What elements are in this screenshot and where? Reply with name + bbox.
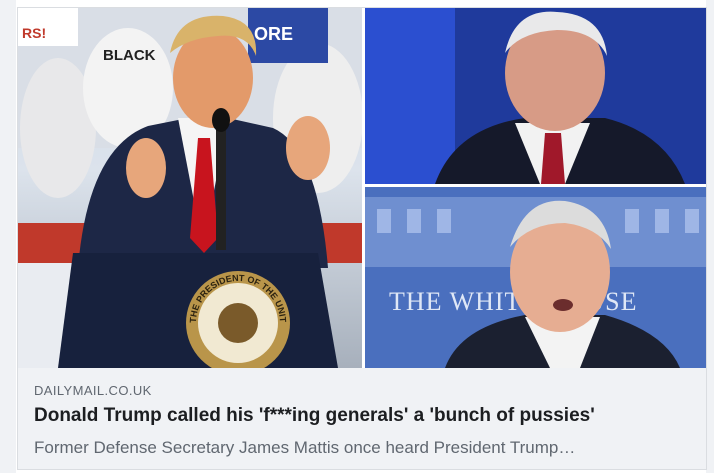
- preview-image-collage[interactable]: ORE RS! BLACK THE PRESIDENT OF THE UNIT …: [18, 8, 706, 368]
- link-preview-caption[interactable]: DAILYMAIL.CO.UK Donald Trump called his …: [18, 368, 706, 469]
- photo-official-whitehouse: THE WHITE HOUSE: [365, 187, 706, 368]
- link-headline[interactable]: Donald Trump called his 'f***ing general…: [34, 405, 595, 427]
- crowd-sign-red-text: RS!: [22, 25, 46, 41]
- crowd-sign-black-text: BLACK: [103, 47, 156, 64]
- feed-gutter-left: [0, 0, 16, 473]
- link-preview-card[interactable]: ORE RS! BLACK THE PRESIDENT OF THE UNIT …: [17, 7, 707, 470]
- link-domain: DAILYMAIL.CO.UK: [34, 383, 152, 398]
- photo-general-portrait: [365, 8, 706, 184]
- general-portrait-illustration: [365, 8, 706, 184]
- photo-podium-speaker: ORE RS! BLACK THE PRESIDENT OF THE UNIT: [18, 8, 362, 368]
- link-description: Former Defense Secretary James Mattis on…: [34, 438, 576, 457]
- whitehouse-briefing-illustration: THE WHITE HOUSE: [365, 187, 706, 368]
- crowd-sign-text: ORE: [254, 24, 293, 44]
- podium-scene-illustration: ORE RS! BLACK THE PRESIDENT OF THE UNIT: [18, 8, 362, 368]
- feed-gutter-right: [706, 0, 714, 473]
